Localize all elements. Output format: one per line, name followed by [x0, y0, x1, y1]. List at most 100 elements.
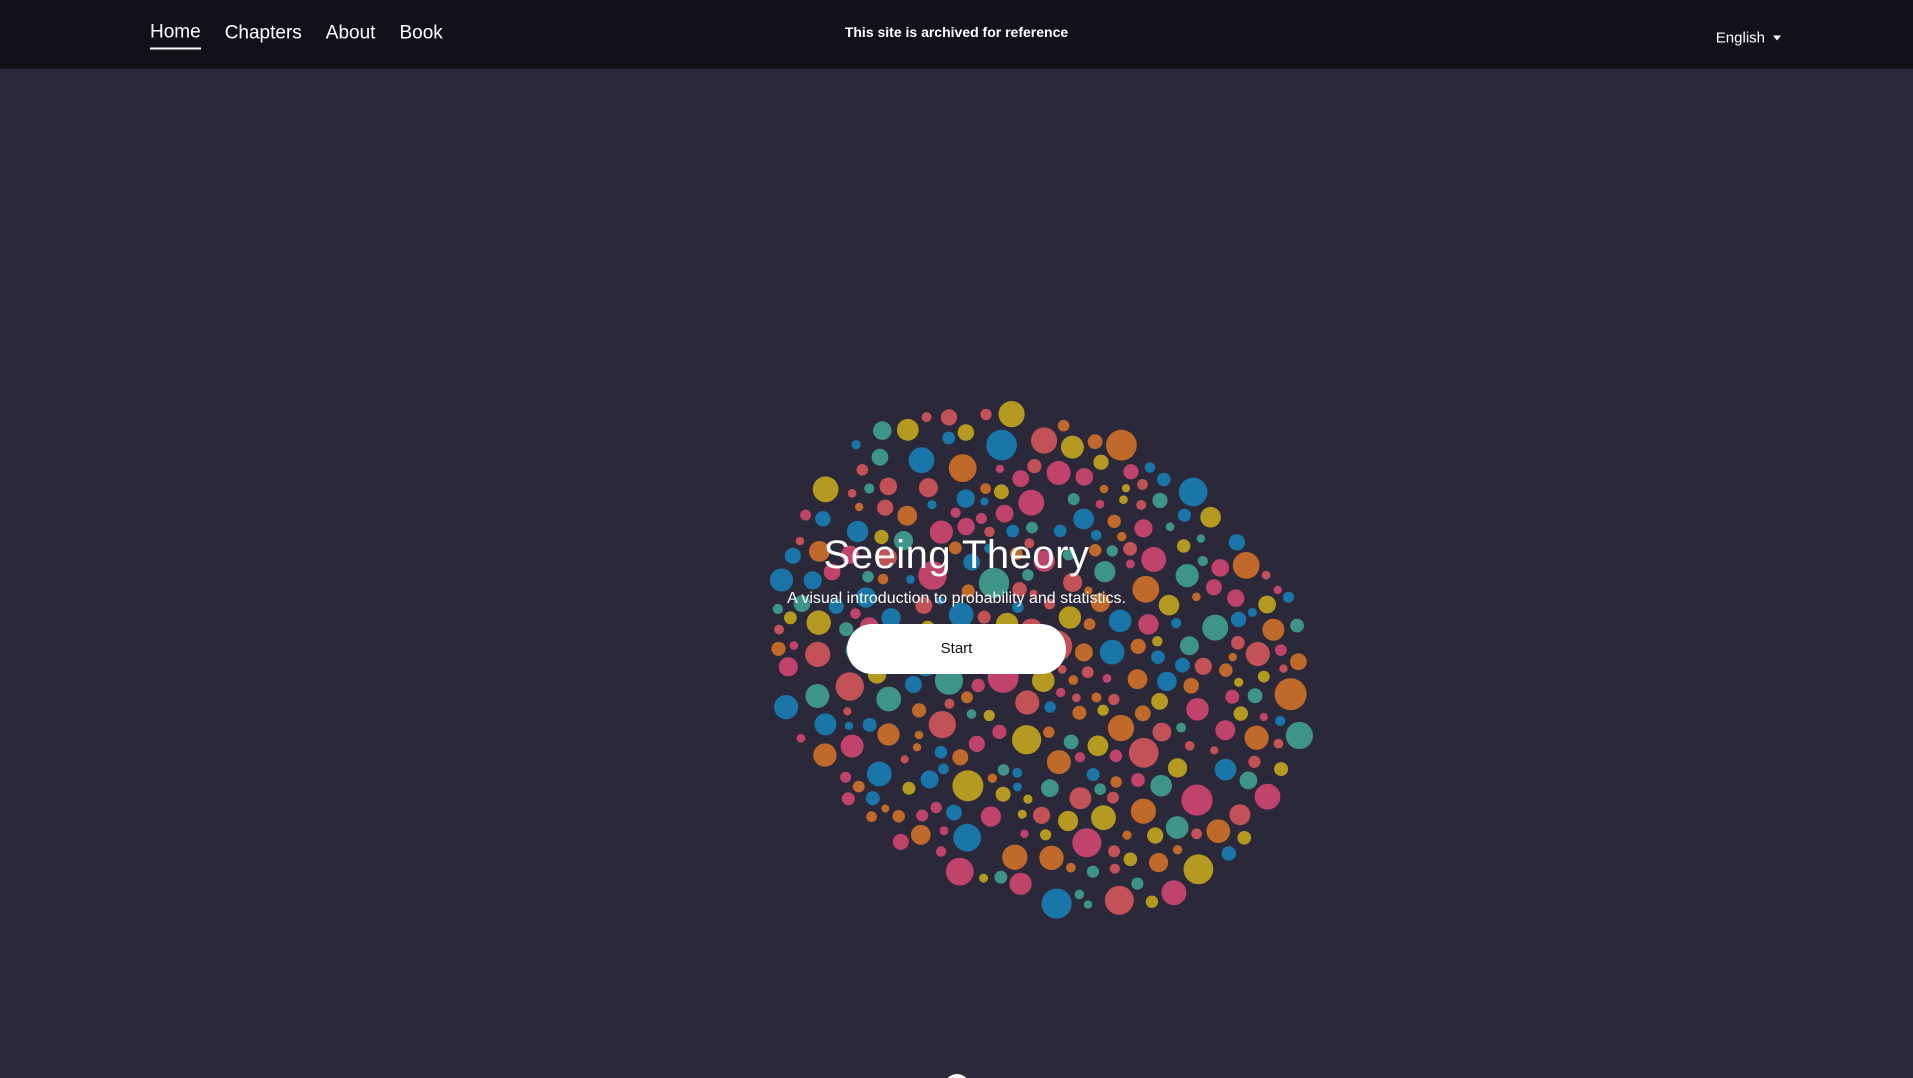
bubble: [1239, 771, 1258, 790]
bubble: [957, 424, 975, 441]
caret-down-icon: [1773, 35, 1781, 41]
bubble: [841, 792, 855, 806]
bubble: [892, 833, 909, 850]
bubble: [1167, 758, 1188, 778]
bubble: [1221, 846, 1237, 861]
bubble: [918, 478, 938, 498]
bubble: [815, 511, 831, 527]
bubble: [916, 809, 929, 822]
bubble: [881, 804, 890, 813]
bubble: [950, 507, 961, 518]
bubble: [1072, 705, 1087, 720]
bubble: [1134, 705, 1151, 722]
bubble: [1067, 493, 1080, 506]
bubble: [994, 484, 1009, 500]
bubble: [1041, 779, 1059, 798]
bubble: [1273, 738, 1284, 749]
bubble: [934, 745, 948, 759]
bubble: [994, 870, 1008, 884]
bubble: [1072, 828, 1102, 858]
bubble: [840, 771, 852, 783]
bubble: [1254, 783, 1281, 810]
bubble: [1097, 704, 1109, 716]
bubble: [900, 755, 909, 764]
bubble: [879, 477, 898, 496]
language-selector[interactable]: English: [1716, 30, 1781, 47]
bubble: [910, 824, 931, 845]
archived-notice: This site is archived for reference: [844, 24, 1069, 40]
bubble: [1017, 809, 1027, 819]
bubble: [866, 761, 892, 787]
bubble: [1091, 805, 1116, 831]
bubble: [862, 717, 877, 732]
top-navigation-bar: Home Chapters About Book This site is ar…: [0, 0, 1913, 69]
bubble: [1046, 750, 1071, 775]
bubble: [1121, 484, 1131, 493]
bubble: [935, 846, 947, 857]
bubble: [1072, 693, 1081, 703]
bubble: [966, 709, 977, 719]
bubble: [1102, 674, 1112, 683]
bubble: [1145, 895, 1159, 908]
bubble: [1128, 737, 1159, 768]
bubble: [946, 804, 962, 821]
bubble: [1069, 787, 1092, 810]
bubble: [1074, 889, 1085, 900]
bubble: [952, 770, 984, 802]
bubble: [1131, 773, 1145, 787]
bubble: [1136, 500, 1147, 510]
bubble: [1023, 794, 1033, 804]
bubble: [1274, 678, 1307, 711]
bubble: [1027, 459, 1042, 474]
bubble: [852, 780, 865, 793]
bubble: [1093, 454, 1109, 470]
bubble: [1075, 468, 1094, 486]
bubble: [1149, 853, 1169, 873]
hero-section: Seeing Theory A visual introduction to p…: [0, 530, 1913, 674]
language-label: English: [1715, 29, 1765, 47]
bubble: [928, 711, 956, 739]
bubble: [986, 429, 1017, 461]
bubble: [1108, 845, 1121, 858]
bubble: [1177, 508, 1191, 522]
bubble: [980, 497, 989, 506]
bubble: [1040, 829, 1052, 841]
bubble: [851, 440, 861, 450]
bubble: [1033, 806, 1051, 824]
page-subtitle: A visual introduction to probability and…: [787, 590, 1126, 607]
bubble: [847, 488, 857, 498]
bubble: [975, 513, 987, 524]
bubble: [1068, 675, 1079, 685]
bubble: [1176, 722, 1186, 733]
bubble: [912, 743, 922, 752]
bubble: [844, 721, 854, 731]
bubble: [1244, 725, 1269, 750]
bubble: [1086, 865, 1099, 878]
bubble: [812, 476, 839, 503]
bubble: [1057, 419, 1070, 432]
bubble: [948, 454, 977, 482]
bubble: [1002, 844, 1028, 870]
bubble: [1039, 845, 1064, 870]
bubble: [1106, 429, 1137, 461]
bubble: [1225, 689, 1240, 704]
bubble: [800, 509, 812, 521]
bubble: [865, 791, 880, 806]
bubble: [1184, 741, 1195, 751]
bubble: [1044, 701, 1056, 713]
bubble: [1107, 791, 1119, 804]
start-button[interactable]: Start: [847, 624, 1066, 674]
bubble: [987, 773, 998, 783]
bubble: [995, 504, 1014, 523]
bubble: [1247, 688, 1263, 704]
bubble: [997, 764, 1010, 776]
bubble: [1086, 768, 1100, 781]
bubble: [930, 801, 942, 814]
bubble: [896, 418, 919, 441]
bubble: [998, 401, 1025, 428]
bubble: [1183, 678, 1199, 694]
bubble: [980, 806, 1002, 827]
bubble: [1183, 854, 1214, 885]
bubble: [835, 672, 864, 701]
bubble: [892, 809, 905, 823]
